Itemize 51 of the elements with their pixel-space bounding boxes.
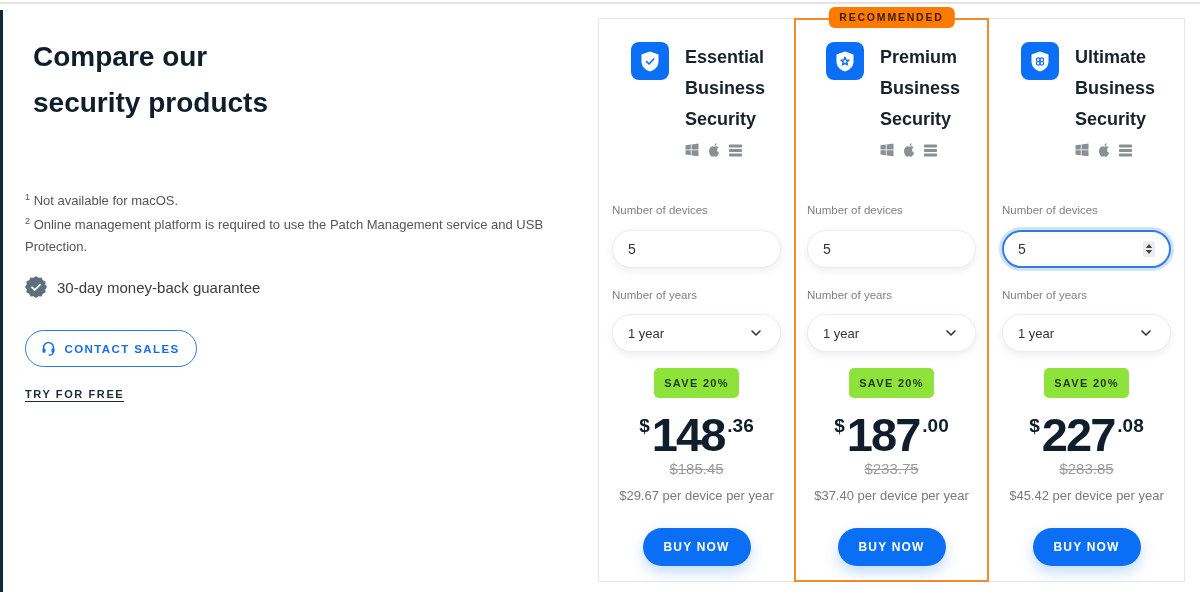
shield-check-icon: [631, 42, 669, 80]
original-price: $233.75: [864, 459, 919, 479]
page-heading: Compare our security products: [33, 40, 269, 120]
shield-knot-icon: [1021, 42, 1059, 80]
apple-icon: [1098, 143, 1110, 157]
discount-badge: SAVE 20%: [1044, 368, 1129, 398]
stack-icon: [729, 143, 742, 157]
recommended-badge: RECOMMENDED: [828, 7, 955, 28]
windows-icon: [880, 143, 894, 157]
years-dropdown[interactable]: 1 year: [612, 314, 781, 352]
field-label: Number of years: [807, 288, 893, 303]
contact-sales-button[interactable]: CONTACT SALES: [25, 330, 197, 367]
years-dropdown[interactable]: 1 year: [807, 314, 976, 352]
apple-icon: [903, 143, 915, 157]
field-label: Number of devices: [807, 203, 904, 218]
chevron-down-icon: [751, 330, 761, 336]
chevron-down-icon: [1141, 330, 1151, 336]
buy-now-button[interactable]: BUY NOW: [837, 528, 946, 566]
apple-icon: [708, 143, 720, 157]
plan-name: Premium Business Security: [880, 46, 962, 131]
original-price: $283.85: [1059, 459, 1114, 479]
try-for-free-link[interactable]: TRY FOR FREE: [25, 388, 125, 402]
device-count-field[interactable]: 5: [1002, 230, 1171, 268]
field-label: Number of years: [1002, 288, 1088, 303]
buy-now-button[interactable]: BUY NOW: [642, 528, 751, 566]
spinner-arrows-icon[interactable]: [1143, 241, 1155, 257]
per-device-price: $29.67 per device per year: [619, 487, 774, 505]
field-label: Number of devices: [1002, 203, 1099, 218]
device-count-field[interactable]: 5: [612, 230, 781, 268]
stack-icon: [924, 143, 937, 157]
guarantee-text: 30-day money-back guarantee: [57, 278, 261, 296]
windows-icon: [685, 143, 699, 157]
device-count-field[interactable]: 5: [807, 230, 976, 268]
plan-name: Ultimate Business Security: [1075, 46, 1157, 131]
field-label: Number of years: [612, 288, 698, 303]
badge-check-icon: [25, 276, 47, 298]
windows-icon: [1075, 143, 1089, 157]
footnote: $^{1}$ Not available for macOS.: [25, 191, 180, 210]
discount-badge: SAVE 20%: [654, 368, 739, 398]
stack-icon: [1119, 143, 1132, 157]
chevron-down-icon: [946, 330, 956, 336]
buy-now-button[interactable]: BUY NOW: [1032, 528, 1141, 566]
per-device-price: $37.40 per device per year: [814, 487, 969, 505]
discount-badge: SAVE 20%: [849, 368, 934, 398]
original-price: $185.45: [669, 459, 724, 479]
headset-icon: [42, 341, 56, 356]
field-label: Number of devices: [612, 203, 709, 218]
years-dropdown[interactable]: 1 year: [1002, 314, 1171, 352]
plan-name: Essential Business Security: [685, 46, 767, 131]
footnote: $^{2}$ Online management platform is required to use the Patch Management service and USB Protection.: [25, 215, 545, 256]
per-device-price: $45.42 per device per year: [1009, 487, 1164, 505]
